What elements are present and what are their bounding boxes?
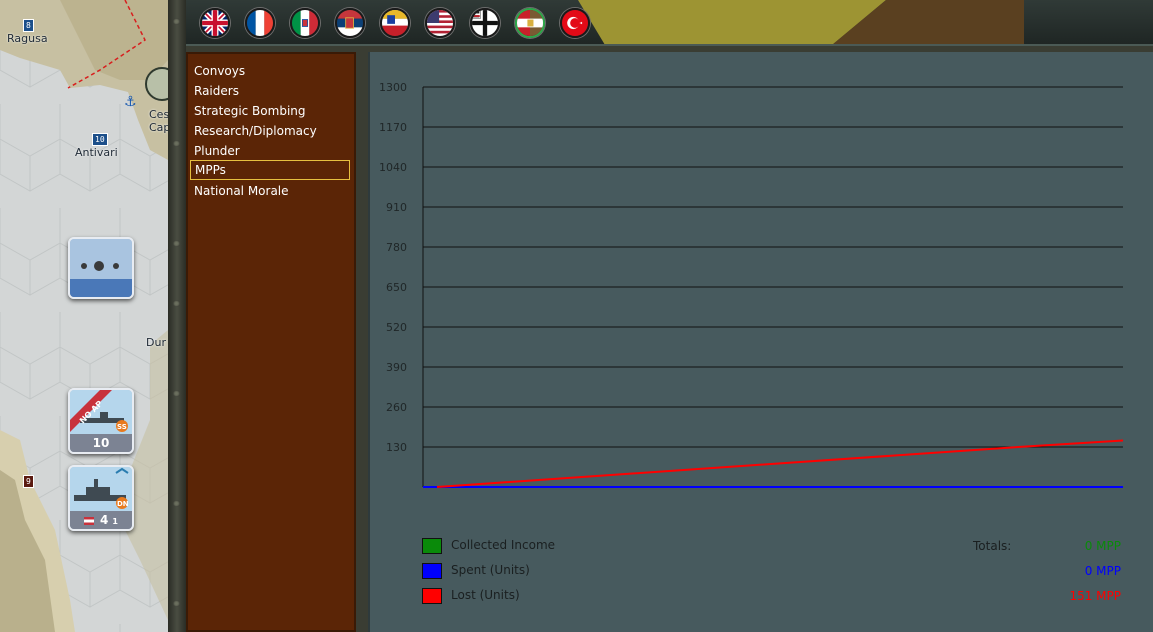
y-tick-label: 650 [386,281,407,294]
map-label-antivari: Antivari [75,146,118,159]
y-tick-label: 1040 [379,161,407,174]
map-label-durazzo: Dur [146,336,166,349]
category-national-morale[interactable]: National Morale [190,182,350,202]
austria-hungary-mini-flag-icon [84,516,95,525]
legend-label: Lost (Units) [451,588,520,602]
nation-flag-bar [186,0,1153,46]
legend-swatch [422,538,442,554]
report-category-list: Convoys Raiders Strategic Bombing Resear… [186,52,356,632]
y-tick-label: 780 [386,241,407,254]
y-tick-label: 390 [386,361,407,374]
dreadnought-unit-counter[interactable]: DN 41 [68,465,134,531]
germany-flag-icon[interactable] [470,8,500,38]
serbia-flag-icon[interactable] [335,8,365,38]
map-label-cattaro: Cap [149,121,168,134]
unit-experience-value: 1 [112,517,118,526]
svg-text:⚓: ⚓ [124,94,137,110]
usa-flag-icon[interactable] [425,8,455,38]
unit-strength: 41 [70,511,132,529]
y-tick-label: 520 [386,321,407,334]
frame-rail [168,0,186,632]
naval-mine-unit-counter[interactable] [68,237,134,299]
turkey-flag-icon[interactable] [560,8,590,38]
legend-swatch [422,588,442,604]
mpp-chart-panel: 1300 1170 1040 910 780 650 520 390 260 130 Collec… [368,52,1153,632]
submarine-icon: NO AP SS [70,390,132,434]
y-tick-label: 1300 [379,81,407,94]
y-tick-label: 910 [386,201,407,214]
y-tick-label: 130 [386,441,407,454]
hex-badge: 9 [23,475,34,488]
italy-flag-icon[interactable] [290,8,320,38]
total-lost-units: 151 MPP [1069,589,1121,603]
naval-mine-icon [70,239,132,297]
unit-strength-value: 4 [100,513,109,527]
legend-swatch [422,563,442,579]
map-label-cetinje: Ces [149,108,168,121]
hex-badge: 10 [92,133,108,146]
series-line-lost-units [436,439,1124,488]
map-label-ragusa: Ragusa [7,32,48,45]
uk-flag-icon[interactable] [200,8,230,38]
y-tick-label: 1170 [379,121,407,134]
hex-badge: 8 [23,19,34,32]
category-raiders[interactable]: Raiders [190,82,350,102]
total-spent-units: 0 MPP [1084,564,1121,578]
category-plunder[interactable]: Plunder [190,142,350,162]
battleship-icon: DN [70,467,132,511]
legend-label: Spent (Units) [451,563,530,577]
y-tick-label: 260 [386,401,407,414]
strategic-map[interactable]: ⚓ Ragusa Antivari Ces Cap Dur 8 10 9 NO … [0,0,168,632]
flag-bar-decoration [578,0,1024,44]
svg-text:SS: SS [117,423,127,431]
category-strategic-bombing[interactable]: Strategic Bombing [190,102,350,122]
submarine-unit-counter[interactable]: NO AP SS 10 [68,388,134,454]
total-collected-income: 0 MPP [1084,539,1121,553]
svg-text:DN: DN [117,500,129,508]
france-flag-icon[interactable] [245,8,275,38]
russia-flag-icon[interactable] [380,8,410,38]
map-terrain: ⚓ [0,0,168,632]
unit-strength: 10 [70,434,132,452]
category-mpps[interactable]: MPPs [190,160,350,180]
legend-label: Collected Income [451,538,556,552]
austria-hungary-flag-icon[interactable] [515,8,545,38]
category-convoys[interactable]: Convoys [190,62,350,82]
totals-label: Totals: [973,539,1012,553]
category-research-diplomacy[interactable]: Research/Diplomacy [190,122,350,142]
